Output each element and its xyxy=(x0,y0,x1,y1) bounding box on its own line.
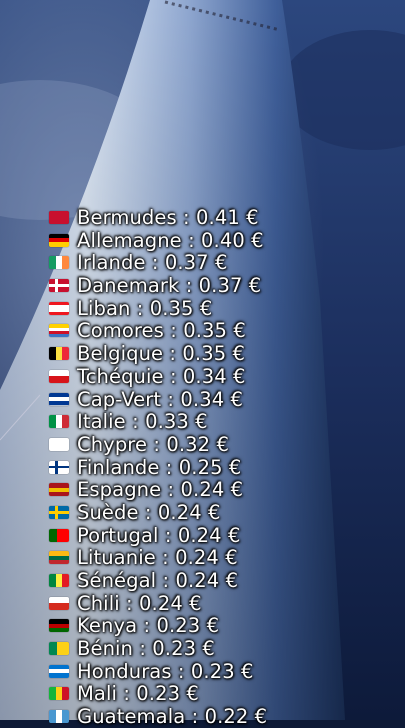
price-value: 0.23 € xyxy=(156,614,220,638)
price-value: 0.35 € xyxy=(182,342,246,366)
separator: : xyxy=(147,432,167,456)
price-value: 0.35 € xyxy=(149,296,213,320)
price-value: 0.23 € xyxy=(136,682,199,706)
price-value: 0.24 € xyxy=(175,546,238,570)
separator: : xyxy=(161,387,181,411)
price-value: 0.40 € xyxy=(201,228,264,252)
country-name: Tchéquie xyxy=(77,364,164,388)
price-value: 0.24 € xyxy=(157,500,221,524)
country-name: Chili xyxy=(77,591,120,615)
price-value: 0.23 € xyxy=(152,637,215,661)
separator: : xyxy=(137,614,157,638)
separator: : xyxy=(163,342,183,366)
flag-icon xyxy=(49,483,69,497)
separator: : xyxy=(125,410,146,434)
price-value: 0.41 € xyxy=(196,206,259,229)
separator: : xyxy=(181,228,202,252)
country-name: Guatemala xyxy=(77,705,186,728)
country-name: Kenya xyxy=(77,614,138,638)
separator: : xyxy=(119,591,140,615)
flag-icon xyxy=(49,664,69,678)
separator: : xyxy=(158,523,178,547)
country-name: Belgique xyxy=(77,342,164,366)
country-name: Mali xyxy=(77,682,118,706)
flag-icon xyxy=(49,687,69,701)
country-name: Danemark xyxy=(77,274,180,298)
price-value: 0.22 € xyxy=(204,705,268,728)
flag-icon xyxy=(49,596,69,610)
separator: : xyxy=(161,478,181,502)
flag-icon xyxy=(49,347,69,361)
price-value: 0.35 € xyxy=(183,319,246,343)
country-name: Irlande xyxy=(77,251,146,275)
country-name: Suède xyxy=(77,500,139,524)
price-value: 0.24 € xyxy=(139,591,202,615)
price-value: 0.37 € xyxy=(164,251,228,275)
flag-icon xyxy=(49,324,69,338)
separator: : xyxy=(159,455,179,479)
flag-icon xyxy=(49,528,69,542)
price-value: 0.37 € xyxy=(198,274,262,298)
price-value: 0.34 € xyxy=(180,387,244,411)
country-name: Espagne xyxy=(77,478,162,502)
country-name: Finlande xyxy=(77,455,160,479)
flag-icon xyxy=(49,710,69,724)
price-value: 0.32 € xyxy=(166,432,229,456)
flag-icon xyxy=(49,619,69,633)
country-name: Comores xyxy=(77,319,164,343)
price-value: 0.33 € xyxy=(145,410,208,434)
separator: : xyxy=(138,500,158,524)
country-name: Bermudes xyxy=(77,206,177,229)
flag-icon xyxy=(49,392,69,406)
country-name: Italie xyxy=(77,410,126,434)
price-value: 0.24 € xyxy=(175,569,239,592)
separator: : xyxy=(155,546,176,570)
separator: : xyxy=(163,319,184,343)
country-name: Lituanie xyxy=(77,546,156,570)
country-name: Allemagne xyxy=(77,228,182,252)
flag-icon xyxy=(49,642,69,656)
separator: : xyxy=(130,296,150,320)
flag-icon xyxy=(49,279,69,293)
flag-icon xyxy=(49,415,69,429)
flag-icon xyxy=(49,505,69,519)
flag-icon xyxy=(49,256,69,270)
flag-icon xyxy=(49,211,69,224)
flag-icon xyxy=(49,437,69,451)
separator: : xyxy=(171,659,191,683)
separator: : xyxy=(176,206,197,229)
separator: : xyxy=(179,274,199,298)
separator: : xyxy=(163,364,183,388)
separator: : xyxy=(117,682,137,706)
separator: : xyxy=(156,569,176,592)
price-value: 0.24 € xyxy=(177,523,241,547)
country-name: Liban xyxy=(77,296,131,320)
price-value: 0.25 € xyxy=(178,455,242,479)
separator: : xyxy=(145,251,165,275)
country-name: Chypre xyxy=(77,432,148,456)
country-name: Portugal xyxy=(77,523,159,547)
price-value: 0.23 € xyxy=(190,659,254,683)
flag-icon xyxy=(49,574,69,587)
price-value: 0.24 € xyxy=(180,478,244,502)
country-name: Sénégal xyxy=(77,569,157,592)
flag-icon xyxy=(49,551,69,565)
country-name: Cap-Vert xyxy=(77,387,162,411)
separator: : xyxy=(133,637,153,661)
country-name: Honduras xyxy=(77,659,172,683)
flag-icon xyxy=(49,460,69,474)
separator: : xyxy=(185,705,205,728)
flag-icon xyxy=(49,301,69,315)
flag-icon xyxy=(49,233,69,247)
flag-icon xyxy=(49,369,69,383)
price-value: 0.34 € xyxy=(182,364,246,388)
country-name: Bénin xyxy=(77,637,134,661)
